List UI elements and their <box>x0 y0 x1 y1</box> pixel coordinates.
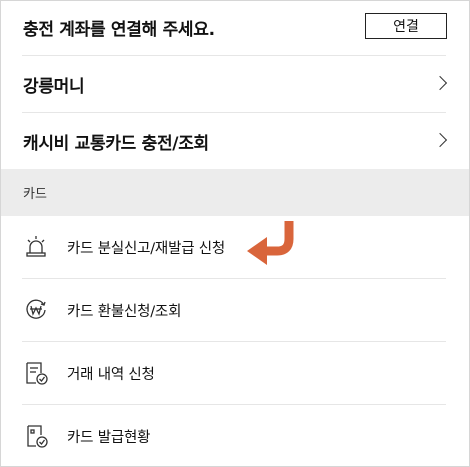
menu-item-gangneung-money[interactable]: 강릉머니 <box>1 56 469 112</box>
card-item-lost-report[interactable]: 카드 분실신고/재발급 신청 <box>1 216 469 278</box>
card-item-label: 카드 발급현황 <box>67 429 151 446</box>
document-check-icon <box>23 360 49 386</box>
siren-icon <box>23 234 49 260</box>
menu-item-label: 강릉머니 <box>23 76 85 97</box>
card-item-label: 카드 환불신청/조회 <box>67 303 182 320</box>
pointer-arrow-icon <box>247 221 294 265</box>
account-connect-row: 충전 계좌를 연결해 주세요. 연결 <box>1 0 469 55</box>
won-refund-icon <box>23 297 49 323</box>
card-item-label: 카드 분실신고/재발급 신청 <box>67 240 226 257</box>
card-issue-icon <box>23 423 49 449</box>
connect-button[interactable]: 연결 <box>365 13 447 39</box>
chevron-right-icon <box>432 75 448 91</box>
account-connect-title: 충전 계좌를 연결해 주세요. <box>23 20 215 40</box>
card-item-refund[interactable]: 카드 환불신청/조회 <box>1 279 469 341</box>
card-item-label: 거래 내역 신청 <box>67 366 155 383</box>
card-item-issue-status[interactable]: 카드 발급현황 <box>1 405 469 467</box>
chevron-right-icon <box>432 132 448 148</box>
section-header-card: 카드 <box>1 169 469 216</box>
card-item-transaction-history[interactable]: 거래 내역 신청 <box>1 342 469 404</box>
menu-item-cashbee-card[interactable]: 캐시비 교통카드 충전/조회 <box>1 113 469 169</box>
menu-item-label: 캐시비 교통카드 충전/조회 <box>23 133 209 154</box>
